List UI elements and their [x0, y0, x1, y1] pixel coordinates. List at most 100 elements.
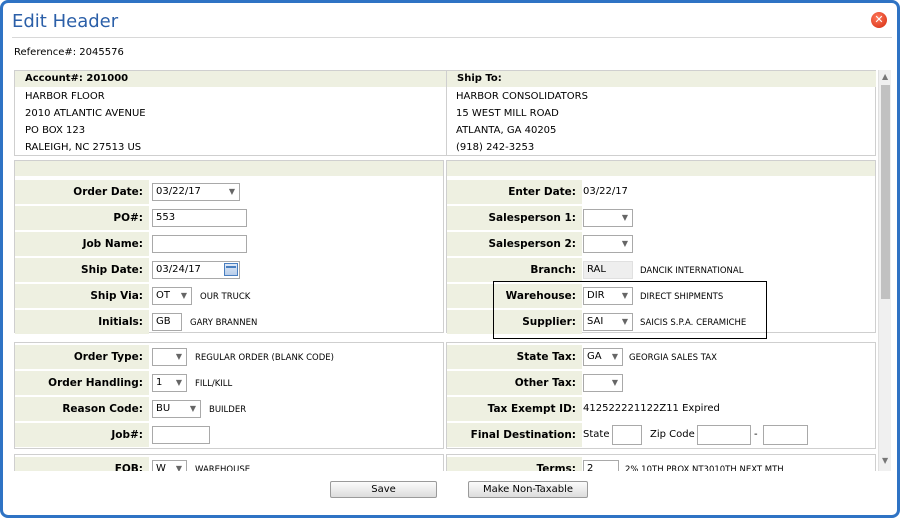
initials-label: Initials:	[15, 310, 149, 334]
chevron-down-icon: ▼	[621, 239, 628, 248]
account-address-line: 2010 ATLANTIC AVENUE	[25, 108, 146, 119]
ship-to-address-line: (918) 242-3253	[456, 142, 535, 153]
ship-to-address-line: 15 WEST MILL ROAD	[456, 108, 559, 119]
terms-desc: 2% 10TH PROX NT3010TH NEXT MTH	[625, 465, 784, 471]
shipping-left-section: FOB: W ▼ WAREHOUSE	[14, 454, 444, 471]
terms-label: Terms:	[447, 457, 582, 471]
account-address: HARBOR FLOOR 2010 ATLANTIC AVENUE PO BOX…	[25, 88, 146, 156]
zip-extension-input[interactable]	[763, 425, 808, 445]
form-scroll-area: Account#: 201000 Ship To: HARBOR FLOOR 2…	[14, 70, 891, 471]
zip-code-label: Zip Code	[650, 429, 695, 440]
destination-state-input[interactable]	[612, 425, 642, 445]
salesperson1-select[interactable]: ▼	[583, 209, 633, 227]
order-handling-label: Order Handling:	[15, 371, 149, 395]
calendar-icon[interactable]	[224, 263, 238, 276]
chevron-down-icon: ▼	[611, 378, 618, 387]
state-tax-label: State Tax:	[447, 345, 582, 369]
job-name-label: Job Name:	[15, 232, 149, 256]
order-date-label: Order Date:	[15, 180, 149, 204]
chevron-down-icon: ▼	[228, 187, 235, 196]
chevron-down-icon: ▼	[611, 352, 618, 361]
fob-value: W	[156, 463, 166, 471]
scroll-up-icon[interactable]: ▲	[882, 72, 888, 81]
account-address-line: HARBOR FLOOR	[25, 91, 105, 102]
fob-desc: WAREHOUSE	[195, 465, 251, 471]
initials-input[interactable]: GB	[152, 313, 182, 331]
other-tax-select[interactable]: ▼	[583, 374, 623, 392]
branch-desc: DANCIK INTERNATIONAL	[640, 266, 744, 276]
vertical-scrollbar[interactable]: ▲ ▼	[878, 70, 891, 471]
scrollbar-thumb[interactable]	[881, 85, 890, 299]
chevron-down-icon: ▼	[189, 404, 196, 413]
reason-code-select[interactable]: BU ▼	[152, 400, 201, 418]
branch-field: RAL	[583, 261, 633, 279]
state-label: State	[583, 429, 610, 440]
po-input[interactable]: 553	[152, 209, 247, 227]
reason-code-desc: BUILDER	[209, 405, 247, 415]
edit-header-dialog: Edit Header ✕ Reference#: 2045576 Accoun…	[0, 0, 900, 518]
order-type-desc: REGULAR ORDER (BLANK CODE)	[195, 353, 334, 363]
section-header-bar	[15, 161, 443, 176]
dialog-title: Edit Header	[12, 11, 119, 32]
ship-date-label: Ship Date:	[15, 258, 149, 282]
make-non-taxable-button[interactable]: Make Non-Taxable	[468, 481, 588, 498]
scroll-down-icon[interactable]: ▼	[882, 456, 888, 465]
tax-exempt-label: Tax Exempt ID:	[447, 397, 582, 421]
order-date-value: 03/22/17	[156, 186, 201, 197]
tax-right-section: State Tax: GA ▼ GEORGIA SALES TAX Other T…	[446, 342, 876, 449]
reference-line: Reference#: 2045576	[14, 47, 124, 58]
order-handling-select[interactable]: 1 ▼	[152, 374, 187, 392]
address-section: Account#: 201000 Ship To: HARBOR FLOOR 2…	[14, 70, 876, 156]
address-divider	[446, 71, 447, 155]
initials-desc: GARY BRANNEN	[190, 318, 258, 328]
job-number-input[interactable]	[152, 426, 210, 444]
chevron-down-icon: ▼	[621, 213, 628, 222]
order-type-label: Order Type:	[15, 345, 149, 369]
ship-to-address-line: HARBOR CONSOLIDATORS	[456, 91, 588, 102]
fob-select[interactable]: W ▼	[152, 460, 187, 471]
title-divider	[12, 37, 892, 38]
salesperson1-label: Salesperson 1:	[447, 206, 582, 230]
chevron-down-icon: ▼	[175, 464, 182, 471]
general-left-section: Order Date: 03/22/17 ▼ PO#: 553 Job Name:…	[14, 160, 444, 334]
section-header-bar	[447, 161, 875, 176]
account-header: Account#: 201000	[15, 71, 446, 87]
account-number: 201000	[86, 73, 129, 84]
reason-code-label: Reason Code:	[15, 397, 149, 421]
salesperson2-label: Salesperson 2:	[447, 232, 582, 256]
reason-code-value: BU	[156, 403, 171, 414]
account-address-line: RALEIGH, NC 27513 US	[25, 142, 142, 153]
state-tax-desc: GEORGIA SALES TAX	[629, 353, 717, 363]
reference-label: Reference#:	[14, 47, 77, 58]
salesperson2-select[interactable]: ▼	[583, 235, 633, 253]
fob-label: FOB:	[15, 457, 149, 471]
job-name-input[interactable]	[152, 235, 247, 253]
ship-via-label: Ship Via:	[15, 284, 149, 308]
close-icon[interactable]: ✕	[871, 12, 887, 28]
zip-code-input[interactable]	[697, 425, 751, 445]
order-left-section: Order Type: ▼ REGULAR ORDER (BLANK CODE)…	[14, 342, 444, 449]
enter-date-label: Enter Date:	[447, 180, 582, 204]
ship-via-select[interactable]: OT ▼	[152, 287, 192, 305]
state-tax-select[interactable]: GA ▼	[583, 348, 623, 366]
enter-date-value: 03/22/17	[583, 186, 628, 197]
terms-input[interactable]: 2	[583, 460, 619, 471]
chevron-down-icon: ▼	[180, 291, 187, 300]
shipping-right-section: Terms: 2 2% 10TH PROX NT3010TH NEXT MTH	[446, 454, 876, 471]
ship-to-address-line: ATLANTA, GA 40205	[456, 125, 557, 136]
final-destination-label: Final Destination:	[447, 423, 582, 447]
tax-exempt-value: 412522221122Z11 Expired	[583, 403, 720, 414]
account-address-line: PO BOX 123	[25, 125, 86, 136]
ship-via-value: OT	[156, 290, 170, 301]
order-date-select[interactable]: 03/22/17 ▼	[152, 183, 240, 201]
other-tax-label: Other Tax:	[447, 371, 582, 395]
chevron-down-icon: ▼	[175, 352, 182, 361]
job-number-label: Job#:	[15, 423, 149, 447]
ship-via-desc: OUR TRUCK	[200, 292, 251, 302]
zip-dash: -	[754, 429, 758, 440]
save-button[interactable]: Save	[330, 481, 437, 498]
po-label: PO#:	[15, 206, 149, 230]
general-right-section: Enter Date: 03/22/17 Salesperson 1: ▼ Sa…	[446, 160, 876, 339]
highlight-box	[493, 281, 767, 339]
order-type-select[interactable]: ▼	[152, 348, 187, 366]
